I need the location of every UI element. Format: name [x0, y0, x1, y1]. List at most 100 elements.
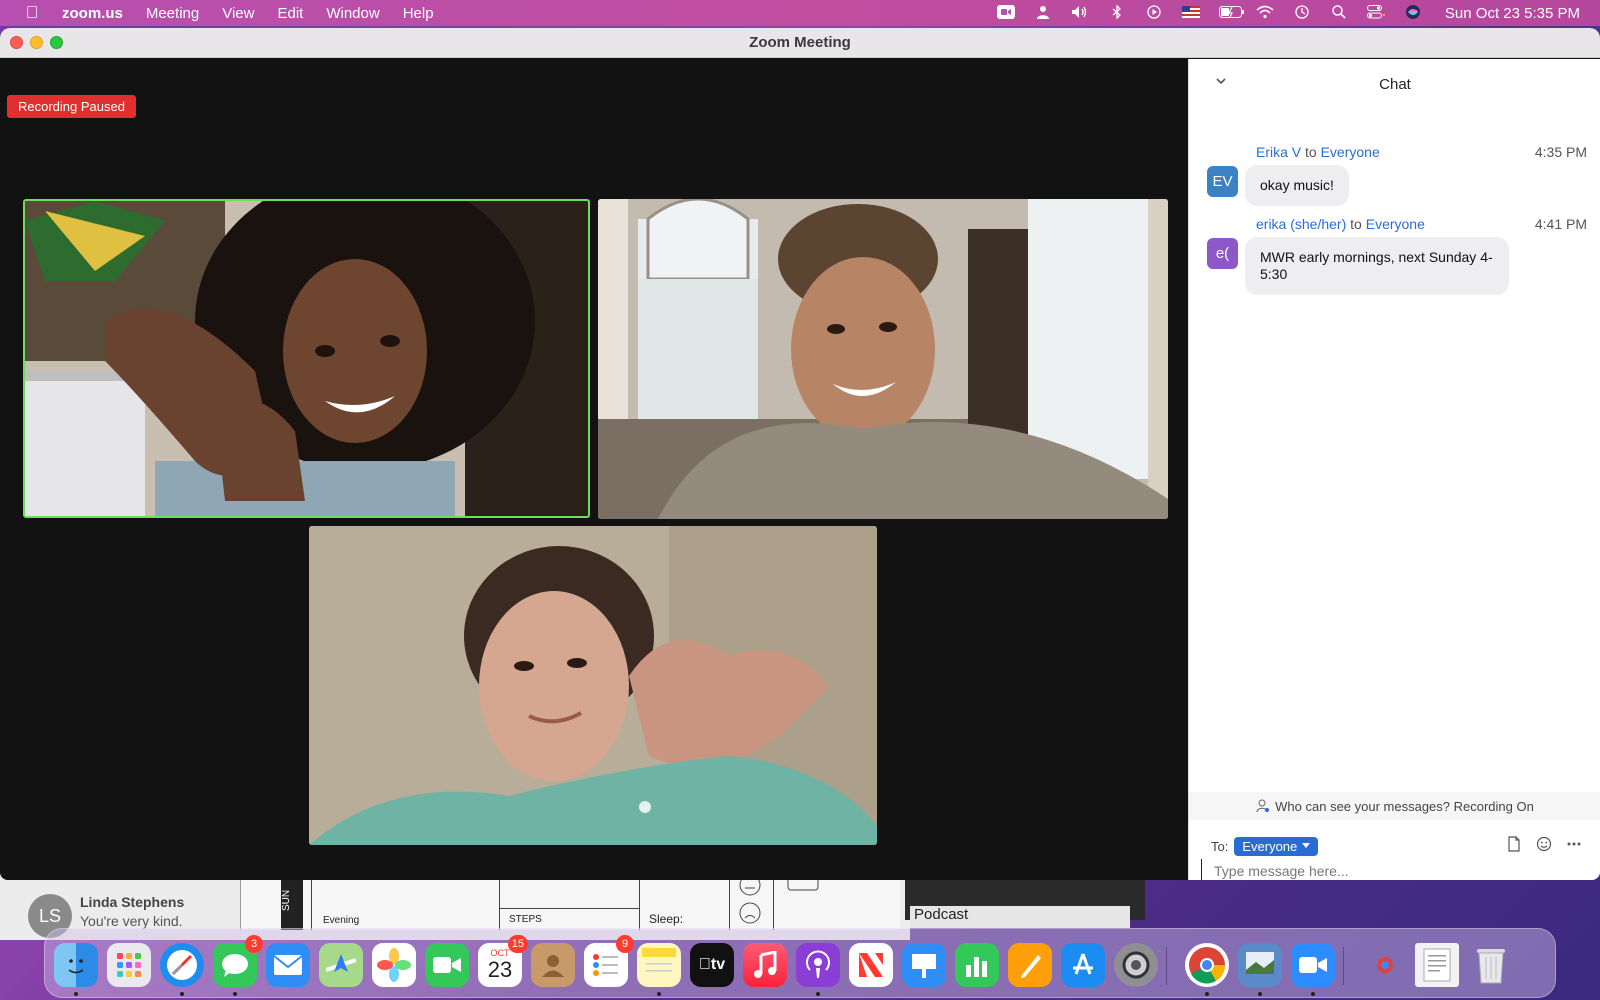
us-flag-icon[interactable]: [1181, 5, 1200, 21]
sender-name[interactable]: erika (she/her): [1256, 216, 1346, 232]
zoom-status-icon[interactable]: [996, 4, 1015, 22]
messages-icon[interactable]: 3: [213, 935, 263, 996]
more-options-button[interactable]: [1566, 836, 1582, 852]
contacts-icon[interactable]: [531, 943, 575, 987]
message-visibility-note[interactable]: Who can see your messages? Recording On: [1189, 792, 1600, 820]
emoji-button[interactable]: [1536, 836, 1552, 852]
message-time: 4:41 PM: [1534, 216, 1587, 232]
user-icon[interactable]: [1034, 5, 1052, 22]
recipient-name[interactable]: Everyone: [1321, 144, 1380, 160]
recording-status-badge[interactable]: Recording Paused: [7, 95, 136, 118]
trash-icon[interactable]: [1469, 943, 1513, 987]
running-indicator: [1205, 992, 1209, 996]
play-icon[interactable]: [1145, 4, 1163, 22]
doc-evening-label: Evening: [323, 915, 360, 926]
video-gallery: Recording Paused: [0, 59, 1187, 880]
menu-view[interactable]: View: [222, 5, 254, 22]
participant-1-video: [25, 201, 588, 516]
reminders-icon[interactable]: 9: [584, 935, 634, 987]
zoom-meeting-window: Zoom Meeting Recording Paused Chat EV Er…: [0, 28, 1600, 880]
time-machine-icon[interactable]: [1293, 4, 1311, 22]
chat-header: Chat: [1189, 59, 1600, 109]
emoji-icon: [1536, 836, 1552, 852]
app-store-icon[interactable]: [1061, 943, 1105, 987]
message-bubble[interactable]: okay music!: [1245, 165, 1349, 206]
video-tile-participant-3[interactable]: [309, 526, 877, 845]
zoom-app-icon[interactable]: [1291, 943, 1335, 996]
dock-separator: [1166, 947, 1167, 985]
siri-icon[interactable]: [1404, 4, 1422, 23]
chat-message-input[interactable]: [1201, 859, 1581, 880]
document-stack-icon[interactable]: [1415, 943, 1459, 987]
mail-icon[interactable]: [266, 943, 310, 987]
sender-avatar: e(: [1207, 238, 1238, 269]
window-title: Zoom Meeting: [749, 34, 851, 51]
finder-icon[interactable]: [54, 943, 98, 996]
podcasts-icon[interactable]: [796, 943, 840, 996]
message-bubble[interactable]: MWR early mornings, next Sunday 4-5:30: [1245, 237, 1509, 295]
recipient-dropdown[interactable]: Everyone: [1234, 836, 1319, 856]
maps-icon[interactable]: [319, 943, 363, 987]
pages-icon[interactable]: [1008, 943, 1052, 987]
spotlight-search-icon[interactable]: [1330, 4, 1348, 22]
apple-tv-icon[interactable]: tv: [690, 943, 734, 987]
window-titlebar[interactable]: Zoom Meeting: [0, 28, 1600, 58]
downloads-stack-icon[interactable]: [1363, 943, 1407, 987]
messages-badge: 3: [245, 935, 263, 953]
battery-icon[interactable]: [1218, 5, 1244, 21]
running-indicator: [74, 992, 78, 996]
news-icon[interactable]: [849, 943, 893, 987]
chat-message: e( erika (she/her) to Everyone 4:41 PM M…: [1207, 216, 1587, 296]
message-header: Erika V to Everyone: [1256, 144, 1380, 160]
to-word: to: [1350, 216, 1362, 232]
music-icon[interactable]: [743, 943, 787, 987]
numbers-icon[interactable]: [955, 943, 999, 987]
facetime-icon[interactable]: [425, 943, 469, 987]
recipient-selector-row: To: Everyone: [1211, 836, 1319, 856]
launchpad-icon[interactable]: [107, 943, 151, 987]
doc-sleep-label: Sleep:: [649, 912, 684, 926]
menu-meeting[interactable]: Meeting: [146, 5, 199, 22]
notes-icon[interactable]: [637, 943, 681, 996]
running-indicator: [657, 992, 661, 996]
system-preferences-icon[interactable]: [1114, 943, 1158, 987]
caret-down-icon: [1302, 843, 1311, 848]
recipient-name[interactable]: Everyone: [1366, 216, 1425, 232]
dock: 3 OCT 23 15 9 tv: [44, 928, 1556, 998]
menu-help[interactable]: Help: [403, 5, 434, 22]
preview-icon[interactable]: [1238, 943, 1282, 996]
safari-icon[interactable]: [160, 943, 204, 996]
running-indicator: [233, 992, 237, 996]
file-attach-button[interactable]: [1506, 836, 1522, 852]
visibility-text: Who can see your messages? Recording On: [1275, 798, 1534, 814]
volume-icon[interactable]: [1071, 5, 1089, 22]
control-center-icon[interactable]: [1366, 4, 1386, 22]
menu-clock[interactable]: Sun Oct 23 5:35 PM: [1445, 5, 1580, 22]
sender-name[interactable]: Erika V: [1256, 144, 1301, 160]
photos-icon[interactable]: [372, 943, 416, 987]
mood-faces-icon: [739, 874, 761, 924]
apple-menu-icon[interactable]: : [20, 3, 44, 23]
menu-app-name[interactable]: zoom.us: [62, 5, 123, 22]
menu-edit[interactable]: Edit: [277, 5, 303, 22]
file-icon: [1508, 836, 1520, 852]
keynote-icon[interactable]: [902, 943, 946, 987]
chrome-icon[interactable]: [1185, 943, 1229, 996]
menu-bar:  zoom.us Meeting View Edit Window Help: [0, 0, 1600, 26]
tv-glyph: : [699, 956, 711, 974]
reminders-badge: 9: [616, 935, 634, 953]
participant-2-video: [598, 199, 1168, 519]
menu-window[interactable]: Window: [326, 5, 379, 22]
background-podcast-window: Podcast: [905, 880, 1145, 928]
message-time: 4:35 PM: [1534, 144, 1587, 160]
video-tile-participant-2[interactable]: [598, 199, 1168, 519]
sender-avatar: EV: [1207, 166, 1238, 197]
wifi-icon[interactable]: [1256, 5, 1274, 22]
doc-steps-label: STEPS: [509, 914, 542, 925]
calendar-icon[interactable]: OCT 23 15: [478, 935, 528, 987]
chat-panel: Chat EV Erika V to Everyone 4:35 PM okay…: [1188, 59, 1600, 880]
bluetooth-icon[interactable]: [1108, 3, 1126, 22]
video-tile-participant-1[interactable]: [23, 199, 590, 518]
running-indicator: [180, 992, 184, 996]
participant-3-video: [309, 526, 877, 845]
